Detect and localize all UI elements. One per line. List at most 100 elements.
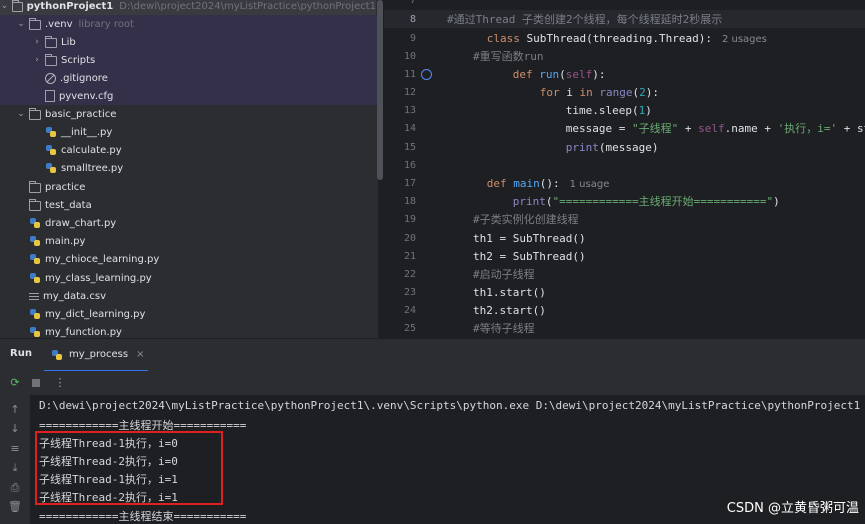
tree-item-test-data[interactable]: test_data	[0, 196, 378, 214]
keyword: class	[486, 31, 520, 45]
tree-item-scripts[interactable]: › Scripts	[0, 51, 378, 69]
package-folder-icon	[29, 107, 41, 120]
tree-item-draw-chart[interactable]: draw_chart.py	[0, 214, 378, 232]
stop-button[interactable]	[29, 376, 43, 390]
tree-item-init[interactable]: __init__.py	[0, 123, 378, 141]
tree-item-label: .venv	[45, 18, 73, 30]
print-icon[interactable]: ⎙	[8, 481, 22, 495]
code-line: 23 th1.start()	[384, 283, 865, 301]
scroll-to-end-icon[interactable]: ⤓	[8, 461, 22, 475]
python-file-icon	[45, 144, 57, 156]
rerun-icon[interactable]: ⟳	[8, 376, 22, 390]
stop-icon	[32, 379, 40, 387]
csv-file-icon	[29, 291, 39, 301]
tree-item-function[interactable]: my_function.py	[0, 323, 378, 338]
code-text: (threading.Thread):	[586, 31, 712, 45]
code-editor[interactable]: 7 8 #通过Thread 子类创建2个线程，每个线程延时2秒展示 9 clas…	[384, 0, 865, 338]
code-line: 10 #重写函数run	[384, 47, 865, 65]
chevron-down-icon[interactable]: ⌄	[16, 109, 26, 119]
tree-item-label: my_function.py	[45, 326, 122, 338]
tree-item-label: my_dict_learning.py	[45, 308, 146, 320]
override-marker-icon[interactable]	[421, 68, 432, 80]
python-file-icon	[29, 326, 41, 338]
tree-item-smalltree[interactable]: smalltree.py	[0, 159, 378, 177]
code-text: th2 = SubThread()	[473, 249, 586, 263]
tree-root[interactable]: ⌄ pythonProject1 D:\dewi\project2024\myL…	[0, 0, 376, 15]
class-name: SubThread	[519, 31, 587, 45]
python-file-icon	[45, 162, 57, 174]
line-number: 14	[403, 122, 416, 134]
tree-item-main[interactable]: main.py	[0, 232, 378, 250]
code-text: + str(i)	[843, 122, 865, 135]
tree-item-label: my_data.csv	[43, 290, 106, 302]
arrow-down-icon[interactable]: ↓	[8, 422, 22, 436]
project-scrollbar[interactable]	[377, 0, 383, 180]
line-number: 10	[403, 50, 416, 62]
code-line: 7	[384, 0, 865, 9]
line-number: 20	[403, 232, 416, 244]
library-root-hint: library root	[78, 18, 134, 30]
close-icon[interactable]: ×	[136, 349, 144, 360]
tab-my-process[interactable]: my_process ×	[44, 339, 149, 372]
tree-item-label: __init__.py	[61, 126, 113, 138]
tree-item-basic-practice[interactable]: ⌄ basic_practice	[0, 105, 378, 123]
chevron-down-icon[interactable]: ⌄	[0, 1, 9, 11]
line-number: 19	[403, 213, 416, 225]
self-ref: self	[698, 122, 725, 135]
python-file-icon	[51, 349, 63, 361]
tree-item-dict[interactable]: my_dict_learning.py	[0, 305, 378, 323]
tree-item-calculate[interactable]: calculate.py	[0, 141, 378, 159]
trash-icon[interactable]: 🗑	[8, 500, 22, 514]
soft-wrap-icon[interactable]: ≡	[8, 442, 22, 456]
gitignore-icon	[45, 72, 56, 84]
code-line: 20 th1 = SubThread()	[384, 229, 865, 247]
tree-item-venv[interactable]: ⌄ .venv library root	[0, 15, 378, 33]
line-number: 15	[403, 141, 416, 153]
folder-icon	[29, 17, 41, 30]
tree-item-label: practice	[45, 181, 86, 193]
chevron-right-icon[interactable]: ›	[32, 55, 42, 65]
line-number: 23	[403, 286, 416, 298]
python-file-icon	[29, 308, 41, 320]
arrow-up-icon[interactable]: ↑	[8, 403, 22, 417]
chevron-right-icon[interactable]: ›	[32, 37, 42, 47]
tree-item-csv[interactable]: my_data.csv	[0, 287, 378, 305]
tree-item-label: my_chioce_learning.py	[45, 253, 160, 265]
python-file-icon	[29, 272, 41, 284]
line-number: 25	[403, 322, 416, 334]
tree-item-label: draw_chart.py	[45, 217, 117, 229]
tab-label: my_process	[69, 349, 129, 360]
tree-item-label: calculate.py	[61, 144, 122, 156]
builtin: print	[512, 195, 546, 208]
builtin: print	[565, 140, 599, 154]
more-options-icon[interactable]: ⋮	[53, 376, 67, 390]
tree-item-pyvenv[interactable]: pyvenv.cfg	[0, 87, 378, 105]
tree-root-label: pythonProject1	[26, 0, 114, 12]
tree-item-label: smalltree.py	[61, 162, 124, 174]
tree-item-lib[interactable]: › Lib	[0, 33, 378, 51]
code-line: 21 th2 = SubThread()	[384, 247, 865, 265]
tree-root-path: D:\dewi\project2024\myListPractice\pytho…	[119, 0, 376, 12]
tree-item-gitignore[interactable]: .gitignore	[0, 69, 378, 87]
line-number: 12	[403, 86, 416, 98]
tree-item-chioce[interactable]: my_chioce_learning.py	[0, 250, 378, 268]
usages-hint[interactable]: 2 usages	[722, 34, 767, 45]
folder-icon	[45, 53, 57, 66]
tree-item-class[interactable]: my_class_learning.py	[0, 269, 378, 287]
code-line: 9 class SubThread(threading.Thread): 2 us…	[384, 29, 865, 47]
folder-icon	[11, 0, 23, 12]
code-line: 22 #启动子线程	[384, 265, 865, 283]
code-line: 19 #子类实例化创建线程	[384, 210, 865, 228]
code-line: 18 print("============主线程开始===========")	[384, 192, 865, 210]
python-file-icon	[29, 217, 41, 229]
line-number: 7	[409, 0, 416, 6]
console-line: D:\dewi\project2024\myListPractice\pytho…	[39, 399, 861, 412]
tree-item-label: pyvenv.cfg	[59, 90, 114, 102]
tree-item-practice[interactable]: practice	[0, 178, 378, 196]
string: '执行，i='	[777, 122, 838, 135]
code-text: .name +	[724, 122, 778, 135]
code-text: th2.start()	[473, 303, 546, 317]
watermark: CSDN @立黄昏粥可温	[726, 501, 859, 516]
file-icon	[45, 90, 55, 102]
chevron-down-icon[interactable]: ⌄	[16, 19, 26, 29]
